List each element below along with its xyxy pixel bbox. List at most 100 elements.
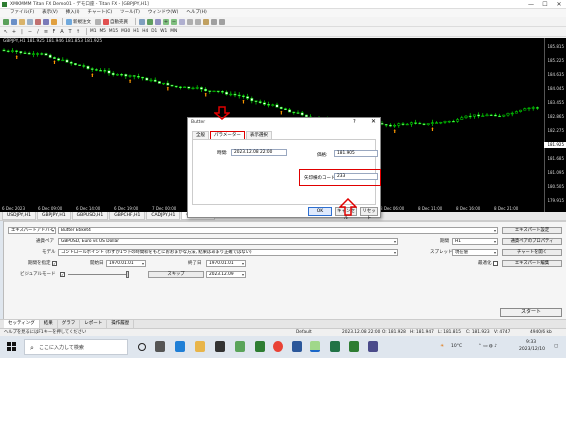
modify-expert-button[interactable]: エキスパート編集 [502,260,562,267]
zoom-out-icon[interactable]: − [171,18,177,25]
timeframe-d1[interactable]: D1 [151,29,157,34]
cursor-icon[interactable]: ↖ [3,29,9,35]
timeframe-m1[interactable]: M1 [90,29,96,34]
model-select[interactable]: コントロールポイント (わずか1つ下の時間枠をもとにおおまかな方法, 結果はあま… [58,249,398,256]
label-icon[interactable]: T [67,29,73,35]
taskbar-search[interactable]: ⌕ ここに入力して検索 [24,339,128,355]
titan-fx-icon[interactable] [310,341,320,352]
candlestick-icon[interactable] [147,18,153,25]
timeframe-m30[interactable]: M30 [121,29,130,34]
timeframe-m15[interactable]: M15 [109,29,118,34]
timeframe-h1[interactable]: H1 [133,29,139,34]
symbol-properties-button[interactable]: 通貨ペアのプロパティ [502,238,562,245]
visual-mode-checkbox[interactable]: ✓ [60,272,65,277]
timeframe-m5[interactable]: M5 [99,29,105,34]
metaeditor-icon[interactable] [95,18,101,25]
tab-settings[interactable]: セッティング [4,320,40,328]
profiles-icon[interactable] [11,18,17,25]
app-icon-green[interactable] [235,341,245,352]
skip-date-field[interactable]: 2023.12.09 ▾ [206,271,246,278]
app-icon-mt4[interactable] [255,341,265,352]
crosshair-icon[interactable]: + [11,29,17,35]
line-chart-icon[interactable] [155,18,161,25]
auto-trading-button[interactable]: 自動売買 [103,18,128,25]
menu-tools[interactable]: ツール(T) [120,9,140,17]
menu-view[interactable]: 表示(V) [42,9,58,17]
market-watch-icon[interactable] [19,18,25,25]
timeframe-h4[interactable]: H4 [142,29,148,34]
expert-properties-button[interactable]: エキスパート設定 [502,227,562,234]
tab-results[interactable]: 結果 [40,320,58,328]
new-chart-icon[interactable] [3,18,9,25]
vertical-line-icon[interactable]: | [19,29,25,35]
reset-button[interactable]: リセット [360,207,378,221]
ok-button[interactable]: OK [308,207,332,216]
templates-icon[interactable] [219,18,225,25]
close-icon[interactable]: ✕ [371,118,376,125]
speed-slider-handle[interactable] [126,271,129,278]
timeframe-w1[interactable]: W1 [160,29,167,34]
to-date-field[interactable]: 1970.01.01 ▾ [206,260,246,267]
menu-window[interactable]: ウィンドウ(W) [148,9,178,17]
tab-graph[interactable]: グラフ [58,320,81,328]
menu-file[interactable]: ファイル(F) [10,9,34,17]
maximize-button[interactable]: ☐ [538,0,552,9]
data-window-icon[interactable] [27,18,33,25]
close-button[interactable]: ✕ [552,0,566,9]
start-button[interactable]: スタート [500,308,562,317]
mt4-terminal-icon[interactable] [349,341,359,352]
new-order-button[interactable]: 新規注文 [66,18,91,25]
strategy-tester-icon[interactable] [51,18,57,25]
from-date-field[interactable]: 1970.01.01 ▾ [106,260,146,267]
text-icon[interactable]: A [59,29,65,35]
spread-select[interactable]: 現在値 ▾ [452,249,498,256]
skip-button[interactable]: スキップ [148,271,204,278]
notification-icon[interactable]: ▢ [554,344,558,349]
timeframe-mn[interactable]: MN [170,29,177,34]
word-icon[interactable] [292,341,302,352]
zoom-in-icon[interactable]: + [163,18,169,25]
navigator-icon[interactable] [35,18,41,25]
menu-insert[interactable]: 挿入(I) [66,9,80,17]
excel-icon[interactable] [330,341,340,352]
tab-journal[interactable]: 操作履歴 [107,320,135,328]
arrow-tool-icon[interactable]: ↑ [75,29,81,35]
chrome-icon[interactable] [273,341,283,352]
symbol-select[interactable]: GBPUSD, Euro vs US Dollar ▾ [58,238,398,245]
file-explorer-icon[interactable] [195,341,205,352]
chart-tab[interactable]: GBPCHF,H1 [109,212,146,220]
menu-help[interactable]: ヘルプ(H) [186,9,206,17]
time-field[interactable]: 2023.12.08 22:00 [231,149,287,156]
tray-icons[interactable]: ⌃ ▭ ◍ ♪ [478,344,497,349]
horizontal-line-icon[interactable]: − [27,29,33,35]
app-icon-purple[interactable] [368,341,378,352]
chart-tab[interactable]: CADJPY,H1 [146,212,181,220]
task-view-icon[interactable] [155,341,165,352]
price-field[interactable]: 181.905 [334,150,378,157]
chart-tab[interactable]: GBPUSD,H1 [71,212,109,220]
fibonacci-icon[interactable]: F [51,29,57,35]
optimization-checkbox[interactable] [493,261,498,266]
ea-name-select[interactable]: Butter Etiket4 ▾ [58,227,498,234]
chart-tab[interactable]: USDJPY,H1 [2,212,36,220]
trendline-icon[interactable]: / [35,29,41,35]
edge-icon[interactable] [175,341,185,352]
terminal-icon[interactable] [43,18,49,25]
periods-icon[interactable] [211,18,217,25]
chart-tab[interactable]: GBPJPY,H1 [36,212,71,220]
windows-start-icon[interactable] [7,342,17,352]
chart-shift-icon[interactable] [195,18,201,25]
channel-icon[interactable]: ≡ [43,29,49,35]
bar-chart-icon[interactable] [139,18,145,25]
help-icon[interactable]: ? [353,119,356,125]
tab-report[interactable]: レポート [80,320,108,328]
use-date-checkbox[interactable]: ✓ [52,261,57,266]
tile-windows-icon[interactable] [179,18,185,25]
open-chart-button[interactable]: チャートを開く [502,249,562,256]
indicators-icon[interactable] [203,18,209,25]
cortana-icon[interactable] [138,343,146,351]
store-icon[interactable] [215,341,225,352]
menu-charts[interactable]: チャート(C) [88,9,113,17]
ea-type-select[interactable]: エキスパートアドバイザ ▾ [8,227,56,234]
period-select[interactable]: H1 ▾ [452,238,498,245]
